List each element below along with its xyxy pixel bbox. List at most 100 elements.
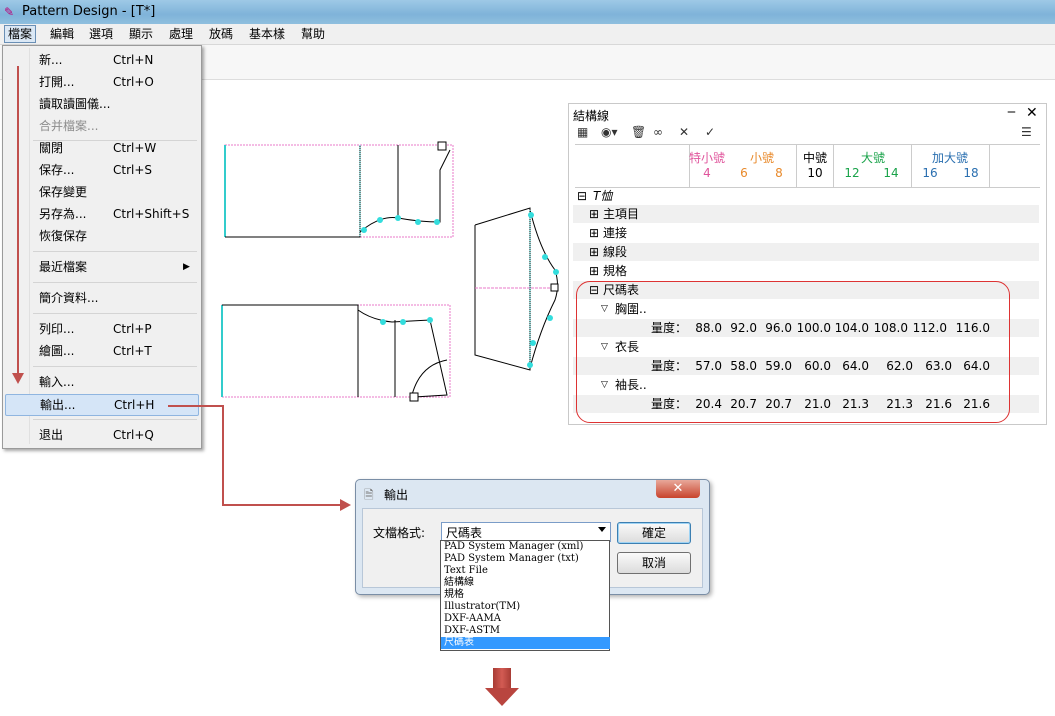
pattern-piece-front[interactable] [224, 141, 454, 238]
size-label: 12 [844, 166, 860, 180]
format-option[interactable]: PAD System Manager (txt) [441, 553, 610, 565]
size-label: 4 [703, 166, 711, 180]
format-option[interactable]: Text File [441, 565, 610, 577]
size-label: 14 [883, 166, 899, 180]
menu-item-label: 保存... [39, 163, 75, 177]
menu-separator [33, 313, 197, 314]
menu-item-shortcut: Ctrl+T [113, 344, 152, 358]
size-group-xs: 特小號 [688, 151, 725, 165]
format-option[interactable]: 規格 [441, 589, 610, 601]
size-group-s: 小號 [749, 151, 774, 165]
format-option[interactable]: PAD System Manager (xml) [441, 541, 610, 553]
size-group-m: 中號 [802, 151, 827, 165]
menu-item-shortcut: Ctrl+N [113, 53, 154, 67]
menu-item-label: 打開... [39, 75, 75, 89]
format-option[interactable]: DXF-AAMA [441, 613, 610, 625]
annotation-connector [222, 405, 224, 506]
size-chart-highlight [576, 281, 1010, 423]
list-options-icon[interactable]: ☰ [1021, 124, 1032, 140]
tree-label: 規格 [603, 264, 628, 278]
menu-item-save-changes[interactable]: 保存變更 [5, 182, 197, 202]
size-label: 18 [963, 166, 979, 180]
format-dropdown-list: PAD System Manager (xml) PAD System Mana… [440, 540, 610, 651]
menu-item-label: 簡介資料... [39, 291, 99, 305]
tree-root[interactable]: ⊟ T恤 [573, 187, 1039, 205]
ok-button[interactable]: 確定 [617, 522, 691, 544]
menu-item-exit[interactable]: 退出 Ctrl+Q [5, 425, 197, 445]
format-selected-value: 尺碼表 [446, 526, 483, 540]
menu-item-label: 繪圖... [39, 344, 75, 358]
menu-item-label: 輸出... [40, 398, 76, 412]
check-icon[interactable]: ✓ [705, 124, 715, 140]
format-option-selected[interactable]: 尺碼表 [441, 637, 610, 649]
tree-label: 連接 [603, 226, 628, 240]
close-icon[interactable]: ✕ [1026, 105, 1038, 121]
pin-icon[interactable]: ‒ [1007, 104, 1016, 120]
document-icon: 🗎 [364, 488, 374, 502]
menu-item-shortcut: Ctrl+Q [113, 428, 154, 442]
grid-view-icon[interactable]: ▦ [577, 124, 588, 140]
menu-item-shortcut: Ctrl+O [113, 75, 154, 89]
panel-title: 結構線 [573, 109, 610, 123]
menu-item-profile[interactable]: 簡介資料... [5, 288, 197, 308]
menu-item-merge: 合并檔案... [5, 116, 197, 136]
menu-item-label: 退出 [39, 428, 64, 442]
expand-icon[interactable]: ⊞ [589, 243, 599, 261]
menu-item-print[interactable]: 列印... Ctrl+P [5, 319, 197, 339]
pattern-piece-sleeve[interactable] [474, 207, 559, 371]
format-select[interactable]: 尺碼表 [441, 522, 611, 542]
menu-item-label: 保存變更 [39, 185, 88, 199]
menu-item-plot[interactable]: 繪圖... Ctrl+T [5, 341, 197, 361]
menu-item-recent[interactable]: 最近檔案 ▶ [5, 257, 197, 277]
menu-item-label: 輸入... [39, 375, 75, 389]
down-arrow-head-icon [485, 688, 519, 706]
menu-item-import[interactable]: 輸入... [5, 372, 197, 392]
annotation-connector [222, 504, 342, 506]
format-option[interactable]: DXF-ASTM [441, 625, 610, 637]
menu-item-label: 最近檔案 [39, 260, 88, 274]
expand-icon[interactable]: ⊞ [589, 205, 599, 223]
menu-item-save-as[interactable]: 另存為... Ctrl+Shift+S [5, 204, 197, 224]
tree-node-main[interactable]: ⊞ 主項目 [573, 205, 1039, 223]
menu-item-label: 另存為... [39, 207, 87, 221]
tree-node-spec[interactable]: ⊞ 規格 [573, 262, 1039, 280]
down-arrow-icon [493, 668, 511, 688]
trash-icon[interactable]: 🗑 [631, 124, 646, 140]
menu-separator [33, 419, 197, 420]
menu-item-open[interactable]: 打開... Ctrl+O [5, 72, 197, 92]
link-icon[interactable]: ∞ [653, 124, 663, 140]
size-header: 特小號 4 小號 6 8 中號 10 大號 12 14 加大號 16 18 [575, 144, 1040, 188]
tree-node-connect[interactable]: ⊞ 連接 [573, 224, 1039, 242]
dialog-title: 輸出 [384, 488, 409, 502]
tree-label: 線段 [603, 245, 628, 259]
menu-item-save[interactable]: 保存... Ctrl+S [5, 160, 197, 180]
menu-item-shortcut: Ctrl+P [113, 322, 152, 336]
size-label: 8 [775, 166, 783, 180]
menu-item-label: 合并檔案... [39, 119, 99, 133]
collapse-icon[interactable]: ⊟ [577, 187, 587, 205]
menu-item-revert[interactable]: 恢復保存 [5, 226, 197, 246]
annotation-arrow-down [17, 66, 19, 376]
expand-icon[interactable]: ⊞ [589, 224, 599, 242]
size-label: 6 [740, 166, 748, 180]
tree-label: 主項目 [603, 207, 640, 221]
size-label: 16 [922, 166, 938, 180]
delete-icon[interactable]: ✕ [679, 124, 689, 140]
format-option[interactable]: Illustrator(TM) [441, 601, 610, 613]
menu-item-new[interactable]: 新... Ctrl+N [5, 50, 197, 70]
close-button[interactable]: ✕ [656, 480, 700, 498]
cancel-button[interactable]: 取消 [617, 552, 691, 574]
submenu-arrow-icon: ▶ [183, 262, 190, 272]
pattern-piece-back[interactable] [221, 304, 451, 402]
menu-item-read-digitizer[interactable]: 讀取讀圖儀... [5, 94, 197, 114]
menu-item-close[interactable]: 關閉 Ctrl+W [5, 138, 197, 158]
expand-icon[interactable]: ⊞ [589, 262, 599, 280]
tree-node-segment[interactable]: ⊞ 線段 [573, 243, 1039, 261]
size-group-xl: 加大號 [931, 151, 968, 165]
eye-icon[interactable]: ◉▾ [601, 124, 618, 140]
menu-separator [33, 251, 197, 252]
menu-item-shortcut: Ctrl+H [114, 398, 155, 412]
format-option[interactable]: 結構線 [441, 577, 610, 589]
size-label: 10 [807, 166, 823, 180]
chevron-down-icon[interactable] [598, 527, 606, 532]
